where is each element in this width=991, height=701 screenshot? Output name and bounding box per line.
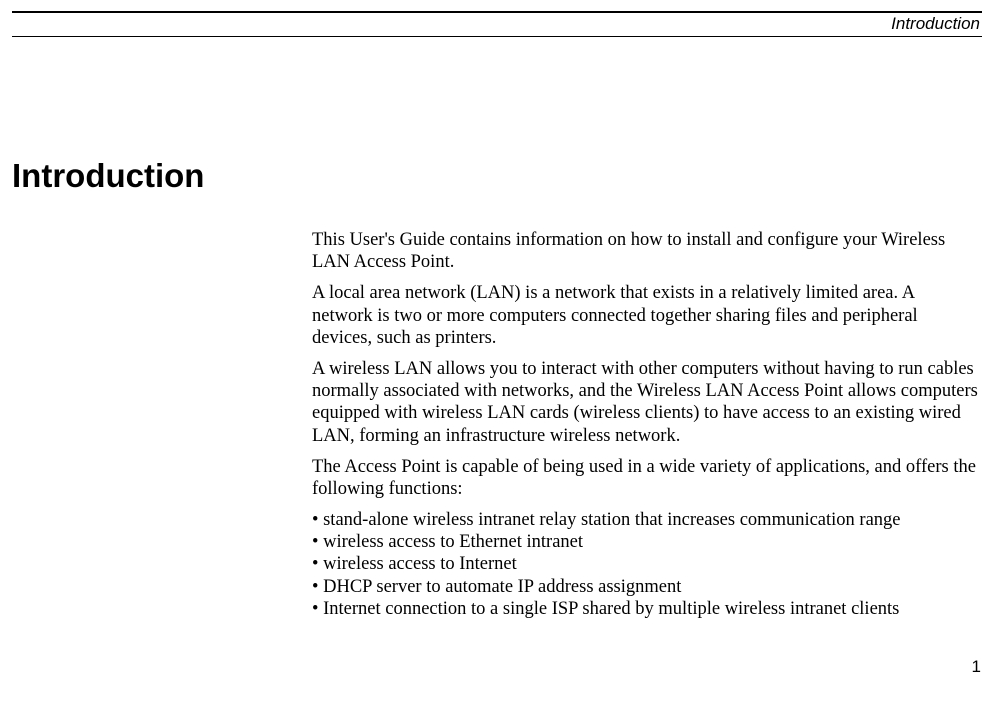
bullet-item-1: • stand-alone wireless intranet relay st… — [312, 509, 979, 531]
paragraph-1: This User's Guide contains information o… — [312, 229, 979, 273]
header-rule-top — [12, 11, 982, 13]
page-title: Introduction — [12, 157, 204, 195]
bullet-list: • stand-alone wireless intranet relay st… — [312, 509, 979, 620]
bullet-item-2: • wireless access to Ethernet intranet — [312, 531, 979, 553]
paragraph-2: A local area network (LAN) is a network … — [312, 282, 979, 349]
bullet-item-3: • wireless access to Internet — [312, 553, 979, 575]
header-rule-bottom — [12, 36, 982, 37]
bullet-item-5: • Internet connection to a single ISP sh… — [312, 598, 979, 620]
header-section-label: Introduction — [12, 14, 982, 36]
paragraph-3: A wireless LAN allows you to interact wi… — [312, 358, 979, 447]
page-header: Introduction — [12, 11, 982, 37]
page-number: 1 — [972, 657, 981, 677]
bullet-item-4: • DHCP server to automate IP address ass… — [312, 576, 979, 598]
body-content: This User's Guide contains information o… — [312, 229, 979, 620]
paragraph-4: The Access Point is capable of being use… — [312, 456, 979, 500]
